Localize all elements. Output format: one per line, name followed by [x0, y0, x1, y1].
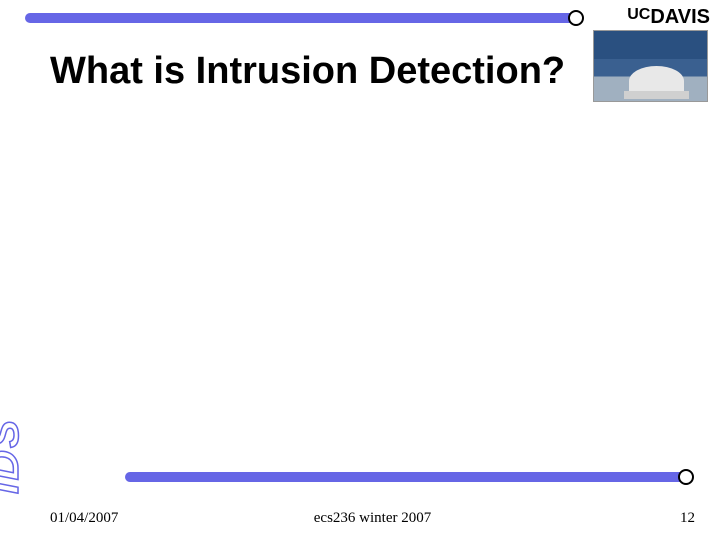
footer-date: 01/04/2007 [50, 510, 265, 527]
ids-vertical-label: IDS [0, 418, 28, 494]
footer-page-number: 12 [480, 510, 695, 527]
top-decorative-bar [25, 13, 575, 23]
campus-photo [593, 30, 708, 102]
footer-course: ecs236 winter 2007 [265, 510, 480, 527]
slide-title: What is Intrusion Detection? [50, 50, 565, 93]
bottom-bar-endpoint [678, 469, 694, 485]
top-bar-endpoint [568, 10, 584, 26]
ucdavis-logo: UCDAVIS [627, 6, 710, 29]
logo-davis-text: DAVIS [650, 6, 710, 28]
slide-footer: 01/04/2007 ecs236 winter 2007 12 [50, 510, 695, 527]
logo-uc-text: UC [627, 6, 650, 23]
bottom-decorative-bar [125, 472, 685, 482]
